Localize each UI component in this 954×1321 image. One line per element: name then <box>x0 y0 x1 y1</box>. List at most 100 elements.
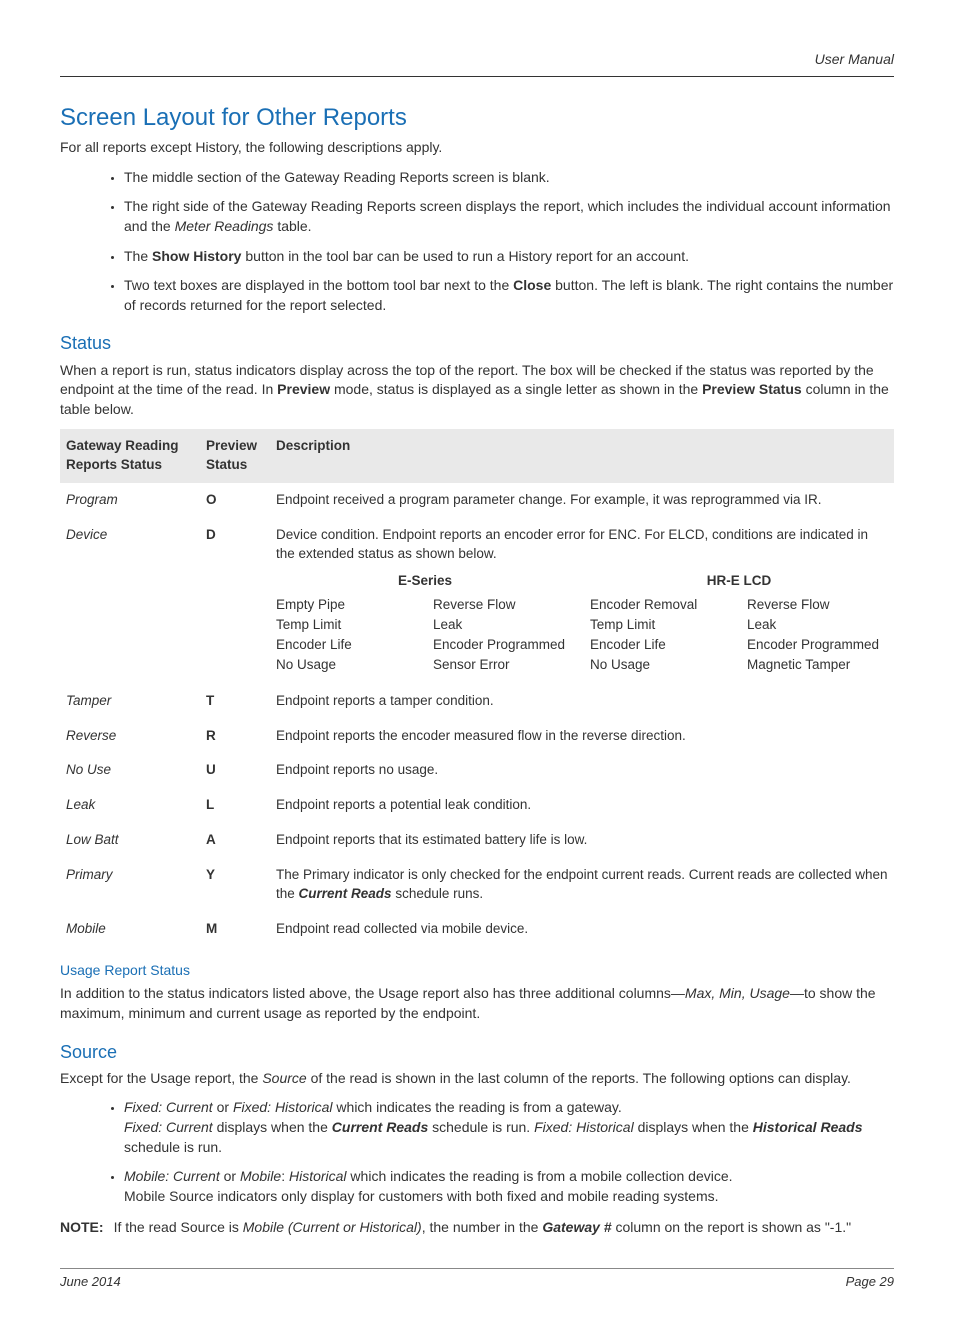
sub-cell: Encoder Removal Temp Limit Encoder Life … <box>590 595 731 676</box>
text-bold-italic: Gateway # <box>542 1219 611 1235</box>
text: Two text boxes are displayed in the bott… <box>124 277 513 293</box>
text: Temp Limit <box>590 615 731 635</box>
cell: Endpoint reports no usage. <box>270 753 894 788</box>
col-header: Description <box>270 429 894 483</box>
text-italic: Source <box>262 1070 306 1086</box>
cell: Device condition. Endpoint reports an en… <box>270 518 894 684</box>
text: button in the tool bar can be used to ru… <box>241 248 689 264</box>
cell: Endpoint received a program parameter ch… <box>270 483 894 518</box>
text: displays when the <box>634 1119 753 1135</box>
table-header-row: Gateway Reading Reports Status Preview S… <box>60 429 894 483</box>
sub-cell: Reverse Flow Leak Encoder Programmed Mag… <box>747 595 888 676</box>
sub-cell: Reverse Flow Leak Encoder Programmed Sen… <box>433 595 574 676</box>
list-item: The Show History button in the tool bar … <box>124 247 894 267</box>
text: Magnetic Tamper <box>747 655 888 675</box>
text: Sensor Error <box>433 655 574 675</box>
cell: Primary <box>60 858 200 912</box>
cell: Endpoint reports the encoder measured fl… <box>270 719 894 754</box>
list-item: Fixed: Current or Fixed: Historical whic… <box>124 1098 894 1157</box>
cell: The Primary indicator is only checked fo… <box>270 858 894 912</box>
text-italic: Meter Readings <box>175 218 274 234</box>
cell: Reverse <box>60 719 200 754</box>
cell: Endpoint reports a potential leak condit… <box>270 788 894 823</box>
intro-paragraph: For all reports except History, the foll… <box>60 138 894 158</box>
text: schedule is run. <box>428 1119 534 1135</box>
text-bold-italic: Current Reads <box>299 886 392 901</box>
status-paragraph: When a report is run, status indicators … <box>60 361 894 420</box>
cell: Leak <box>60 788 200 823</box>
text: : <box>281 1168 289 1184</box>
page-footer: June 2014 Page 29 <box>60 1268 894 1291</box>
source-bullets: Fixed: Current or Fixed: Historical whic… <box>60 1098 894 1206</box>
cell: T <box>200 684 270 719</box>
table-row: Program O Endpoint received a program pa… <box>60 483 894 518</box>
section-usage-title: Usage Report Status <box>60 961 894 981</box>
text: column on the report is shown as "-1." <box>612 1219 852 1235</box>
cell: Y <box>200 858 270 912</box>
table-row: Low BattAEndpoint reports that its estim… <box>60 823 894 858</box>
text: Empty Pipe <box>276 595 417 615</box>
text-italic: Mobile <box>240 1168 281 1184</box>
col-header: Gateway Reading Reports Status <box>60 429 200 483</box>
intro-bullets: The middle section of the Gateway Readin… <box>60 168 894 316</box>
cell: Endpoint reports that its estimated batt… <box>270 823 894 858</box>
text: Encoder Programmed <box>433 635 574 655</box>
source-paragraph: Except for the Usage report, the Source … <box>60 1069 894 1089</box>
cell: U <box>200 753 270 788</box>
text: or <box>213 1099 233 1115</box>
section-source-title: Source <box>60 1040 894 1065</box>
cell: R <box>200 719 270 754</box>
page-title: Screen Layout for Other Reports <box>60 101 894 135</box>
text-bold: Close <box>513 277 551 293</box>
table-row: No UseUEndpoint reports no usage. <box>60 753 894 788</box>
text-italic: Fixed: Current <box>124 1119 213 1135</box>
text: Encoder Removal <box>590 595 731 615</box>
cell: No Use <box>60 753 200 788</box>
cell: Low Batt <box>60 823 200 858</box>
text: Reverse Flow <box>433 595 574 615</box>
text-bold-italic: Current Reads <box>332 1119 428 1135</box>
cell: L <box>200 788 270 823</box>
text: Except for the Usage report, the <box>60 1070 262 1086</box>
text: , the number in the <box>422 1219 543 1235</box>
text-italic: Historical <box>289 1168 347 1184</box>
table-row: LeakLEndpoint reports a potential leak c… <box>60 788 894 823</box>
text-bold: Show History <box>152 248 241 264</box>
text: which indicates the reading is from a ga… <box>333 1099 622 1115</box>
text: table. <box>273 218 311 234</box>
text: Reverse Flow <box>747 595 888 615</box>
text-italic: Fixed: Current <box>124 1099 213 1115</box>
text: Encoder Life <box>276 635 417 655</box>
list-item: The right side of the Gateway Reading Re… <box>124 197 894 236</box>
cell: Program <box>60 483 200 518</box>
footer-page: Page 29 <box>846 1273 894 1291</box>
usage-paragraph: In addition to the status indicators lis… <box>60 984 894 1023</box>
footer-date: June 2014 <box>60 1273 121 1291</box>
list-item: Two text boxes are displayed in the bott… <box>124 276 894 315</box>
table-row: MobileMEndpoint read collected via mobil… <box>60 912 894 947</box>
cell: A <box>200 823 270 858</box>
cell: D <box>200 518 270 684</box>
text: In addition to the status indicators lis… <box>60 985 685 1001</box>
text-italic: Fixed: Historical <box>534 1119 634 1135</box>
text-italic: Mobile (Current or Historical) <box>243 1219 422 1235</box>
table-row: Device D Device condition. Endpoint repo… <box>60 518 894 684</box>
text-italic: Fixed: Historical <box>233 1099 333 1115</box>
text: schedule is run. <box>124 1139 222 1155</box>
text: If the read Source is <box>114 1219 243 1235</box>
status-table: Gateway Reading Reports Status Preview S… <box>60 429 894 946</box>
text: schedule runs. <box>392 886 484 901</box>
cell: Tamper <box>60 684 200 719</box>
cell: Mobile <box>60 912 200 947</box>
text: Device condition. Endpoint reports an en… <box>276 526 888 564</box>
section-status-title: Status <box>60 331 894 356</box>
cell: Endpoint read collected via mobile devic… <box>270 912 894 947</box>
cell: O <box>200 483 270 518</box>
device-sub-grid: E-Series HR-E LCD Empty Pipe Temp Limit … <box>276 572 888 676</box>
text: The <box>124 248 152 264</box>
text-italic: Max, Min, Usage <box>685 985 790 1001</box>
sub-cell: Empty Pipe Temp Limit Encoder Life No Us… <box>276 595 417 676</box>
text-italic: Mobile: Current <box>124 1168 220 1184</box>
text: which indicates the reading is from a mo… <box>347 1168 733 1184</box>
table-row: ReverseREndpoint reports the encoder mea… <box>60 719 894 754</box>
